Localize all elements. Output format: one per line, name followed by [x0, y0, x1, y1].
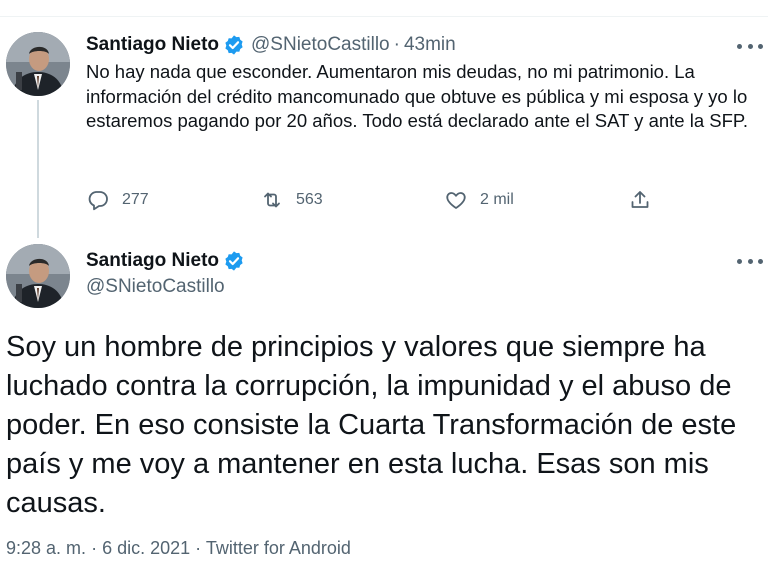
like-icon: [446, 192, 466, 209]
author-name[interactable]: Santiago Nieto: [86, 34, 219, 56]
reply-button[interactable]: 277: [86, 186, 149, 214]
tweet-actions: 277 563 2 mil: [80, 186, 680, 214]
retweet-icon: [264, 192, 280, 208]
tweet-date[interactable]: 6 dic. 2021: [102, 538, 190, 558]
like-button[interactable]: 2 mil: [444, 186, 514, 214]
avatar[interactable]: [6, 244, 70, 308]
main-handle-row: @SNietoCastillo: [86, 276, 225, 298]
tweet-time[interactable]: 43min: [404, 34, 456, 56]
share-button[interactable]: [628, 186, 652, 214]
reply-icon: [88, 191, 108, 211]
separator: ·: [91, 538, 98, 558]
divider: [0, 16, 768, 17]
separator: ·: [393, 34, 400, 55]
author-handle[interactable]: @SNietoCastillo: [86, 276, 225, 298]
tweet-screenshot: Santiago Nieto @SNietoCastillo · 43min N…: [0, 0, 768, 576]
more-icon[interactable]: [737, 256, 763, 266]
like-count: 2 mil: [480, 191, 514, 208]
more-icon[interactable]: [737, 41, 763, 51]
reply-count: 277: [122, 191, 149, 208]
tweet-meta: 9:28 a. m. · 6 dic. 2021 · Twitter for A…: [6, 538, 351, 559]
avatar-photo: [6, 32, 70, 96]
verified-badge-icon: [225, 35, 243, 55]
reply-header: Santiago Nieto @SNietoCastillo · 43min: [86, 34, 456, 56]
main-header: Santiago Nieto: [86, 250, 245, 272]
tweet-timestamp[interactable]: 9:28 a. m.: [6, 538, 86, 558]
avatar-photo: [6, 244, 70, 308]
verified-badge-icon: [225, 251, 243, 271]
retweet-button[interactable]: 563: [260, 186, 323, 214]
separator: ·: [195, 538, 202, 558]
tweet-source[interactable]: Twitter for Android: [206, 538, 351, 558]
main-tweet-text: Soy un hombre de principios y valores qu…: [6, 331, 737, 519]
author-handle[interactable]: @SNietoCastillo: [251, 34, 390, 56]
retweet-count: 563: [296, 191, 323, 208]
reply-tweet-text: No hay nada que esconder. Aumentaron mis…: [86, 61, 748, 131]
thread-connector: [37, 100, 39, 238]
share-icon: [631, 191, 649, 208]
author-name[interactable]: Santiago Nieto: [86, 250, 219, 272]
avatar[interactable]: [6, 32, 70, 96]
